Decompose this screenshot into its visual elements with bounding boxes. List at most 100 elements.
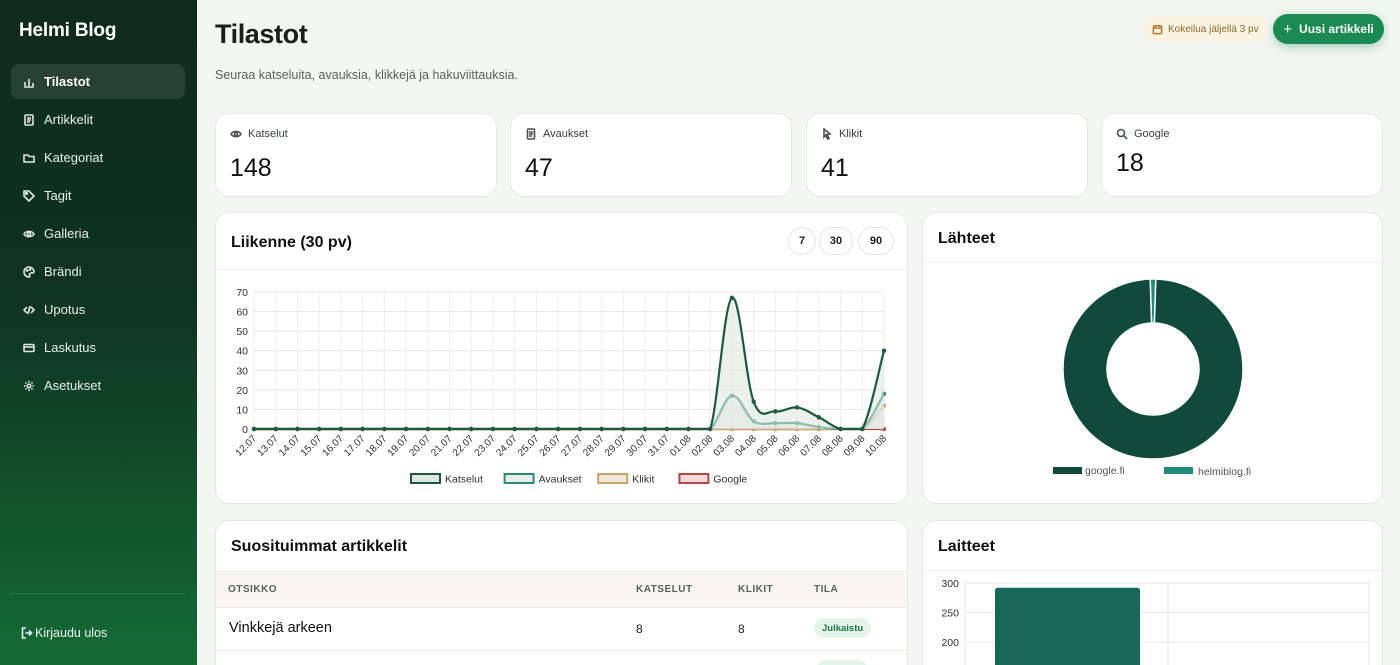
legend-label: Katselut: [445, 474, 483, 486]
range-90-button[interactable]: 90: [858, 227, 894, 255]
sidebar-item-kategoriat[interactable]: Kategoriat: [11, 140, 185, 175]
data-point: [403, 426, 409, 432]
stat-label: Klikit: [821, 128, 862, 140]
stat-label-text: Klikit: [839, 128, 863, 140]
x-tick-label: 02.08: [690, 433, 716, 459]
x-tick-label: 23.07: [473, 433, 499, 459]
palette-icon: [22, 265, 36, 279]
sidebar-item-laskutus[interactable]: Laskutus: [11, 330, 185, 365]
sidebar-item-galleria[interactable]: Galleria: [11, 216, 185, 251]
data-point: [316, 426, 322, 432]
sidebar-nav: Tilastot Artikkelit Kategoriat Tagit Gal…: [11, 64, 185, 406]
sidebar-item-asetukset[interactable]: Asetukset: [11, 368, 185, 403]
search-icon: [1116, 128, 1128, 140]
brand-logo[interactable]: Helmi Blog: [19, 20, 116, 42]
sidebar-item-label: Kategoriat: [44, 150, 104, 165]
range-30-button[interactable]: 30: [819, 227, 853, 255]
logout-button[interactable]: Kirjaudu ulos: [21, 626, 107, 640]
devices-card: Laitteet 200 250 300: [922, 520, 1383, 665]
stat-label-text: Katselut: [248, 128, 288, 140]
data-point: [751, 399, 756, 404]
x-tick-label: 21.07: [429, 433, 455, 459]
devices-bar-chart: 200 250 300: [941, 578, 1370, 665]
data-point: [621, 426, 626, 432]
x-tick-label: 30.07: [625, 433, 651, 459]
stat-value: 18: [1116, 149, 1144, 177]
y-tick-label: 20: [236, 385, 248, 397]
data-point: [794, 405, 800, 410]
stat-card-google: Google 18: [1101, 113, 1383, 197]
traffic-line-chart: 0 10 20 30 40 50 60 70 12.0713.0714.0715.0716.07…: [234, 287, 890, 486]
data-point: [382, 426, 387, 432]
sidebar-item-artikkelit[interactable]: Artikkelit: [11, 102, 185, 137]
page-title: Tilastot: [215, 19, 308, 49]
data-point: [860, 426, 865, 432]
column-views[interactable]: KATSELUT: [636, 584, 693, 595]
x-tick-label: 27.07: [560, 433, 586, 459]
stat-label-text: Google: [1134, 128, 1170, 140]
column-status[interactable]: TILA: [814, 584, 838, 595]
data-point: [599, 426, 604, 432]
x-tick-label: 12.07: [234, 433, 260, 459]
x-tick-label: 05.08: [755, 433, 781, 459]
y-tick-label: 30: [236, 365, 248, 377]
article-views: 8: [636, 622, 643, 636]
stat-label: Avaukset: [525, 128, 588, 140]
popular-title: Suosituimmat artikkelit: [231, 538, 408, 555]
stat-value: 41: [821, 154, 849, 182]
stat-label: Katselut: [230, 128, 288, 140]
y-tick-label: 200: [941, 637, 959, 649]
x-tick-label: 17.07: [342, 433, 368, 459]
new-article-button[interactable]: + Uusi artikkeli: [1273, 14, 1384, 44]
sidebar-item-brandi[interactable]: Brändi: [11, 254, 185, 289]
legend-label: Google: [713, 474, 747, 486]
x-tick-label: 04.08: [733, 433, 759, 459]
sidebar-item-label: Artikkelit: [44, 112, 94, 127]
data-point: [555, 426, 561, 432]
plus-icon: +: [1283, 20, 1293, 38]
x-tick-label: 16.07: [321, 433, 347, 459]
y-tick-label: 250: [941, 608, 959, 620]
table-row[interactable]: Vinkkejä arkeen 8 8 Julkaistu: [216, 608, 907, 651]
data-point: [295, 426, 300, 432]
sidebar-item-tilastot[interactable]: Tilastot: [11, 64, 185, 99]
legend-label: google.fi: [1085, 465, 1125, 477]
data-point: [686, 426, 691, 432]
stat-card-avaukset: Avaukset 47: [510, 113, 792, 197]
sidebar-item-label: Asetukset: [44, 378, 102, 393]
data-point: [577, 426, 583, 432]
data-point: [534, 426, 539, 432]
sources-title: Lähteet: [938, 230, 995, 247]
traffic-title: Liikenne (30 pv): [231, 234, 352, 251]
x-tick-label: 15.07: [299, 433, 325, 459]
x-tick-label: 14.07: [277, 433, 303, 459]
x-tick-label: 25.07: [516, 433, 542, 459]
sidebar-item-label: Upotus: [44, 302, 86, 317]
x-tick-label: 28.07: [581, 433, 607, 459]
sidebar-item-label: Galleria: [44, 226, 89, 241]
x-tick-label: 03.08: [712, 433, 738, 459]
document-icon: [526, 128, 536, 140]
x-tick-label: 10.08: [864, 433, 890, 459]
range-7-button[interactable]: 7: [788, 227, 816, 255]
x-tick-label: 26.07: [538, 433, 564, 459]
y-tick-label: 0: [242, 424, 248, 436]
bar-chart-icon: [22, 75, 36, 89]
status-badge: Julkaistu: [814, 618, 872, 638]
y-tick-label: 300: [941, 578, 959, 590]
column-title[interactable]: OTSIKKO: [228, 584, 277, 595]
sources-donut-chart: google.fi helmiblog.fi: [1053, 278, 1251, 478]
page-subtitle: Seuraa katseluita, avauksia, klikkejä ja…: [215, 68, 518, 82]
x-tick-label: 24.07: [494, 433, 520, 459]
sidebar-item-upotus[interactable]: Upotus: [11, 292, 185, 327]
card-divider: [216, 269, 907, 270]
new-article-label: Uusi artikkeli: [1299, 22, 1374, 36]
article-title[interactable]: Vinkkejä arkeen: [229, 620, 332, 636]
stat-card-klikit: Klikit 41: [806, 113, 1088, 197]
trial-badge[interactable]: Kokeilua jäljellä 3 pv: [1143, 16, 1268, 42]
table-header: OTSIKKO KATSELUT KLIKIT TILA: [216, 571, 907, 608]
sidebar-item-label: Laskutus: [44, 340, 97, 355]
data-point: [642, 426, 648, 432]
sidebar-item-tagit[interactable]: Tagit: [11, 178, 185, 213]
column-clicks[interactable]: KLIKIT: [738, 584, 773, 595]
